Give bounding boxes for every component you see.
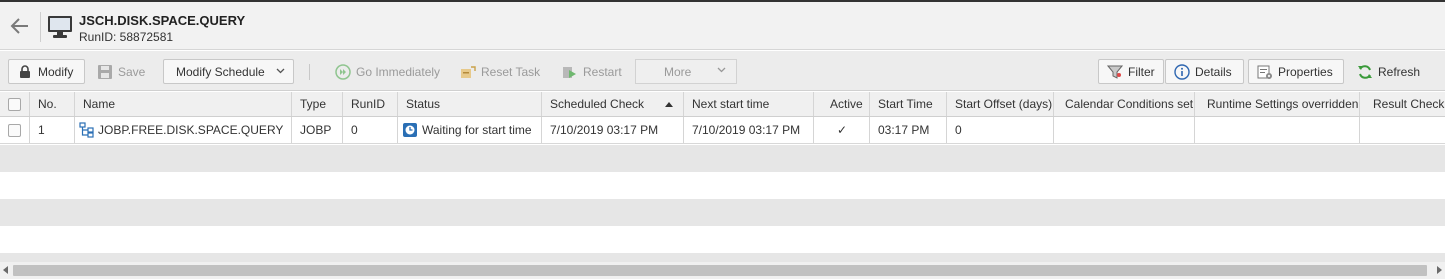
scrollbar-thumb[interactable] bbox=[13, 265, 1427, 276]
column-header-next-start-time[interactable]: Next start time bbox=[684, 92, 814, 116]
refresh-button[interactable]: Refresh bbox=[1357, 59, 1420, 84]
cell-start-offset: 0 bbox=[947, 117, 1054, 143]
tasks-table: No. Name Type RunID Status Scheduled Che… bbox=[0, 92, 1445, 144]
empty-row-stripe bbox=[0, 172, 1445, 199]
toolbar-divider bbox=[309, 64, 310, 80]
column-header-start-time[interactable]: Start Time bbox=[870, 92, 947, 116]
sort-ascending-icon bbox=[665, 101, 673, 107]
arrow-left-icon[interactable] bbox=[8, 14, 32, 38]
go-immediately-label: Go Immediately bbox=[356, 64, 441, 79]
cell-status: Waiting for start time bbox=[398, 117, 542, 143]
chevron-down-icon bbox=[276, 66, 285, 77]
cell-next-start-time: 7/10/2019 03:17 PM bbox=[684, 117, 814, 143]
chevron-down-icon bbox=[717, 65, 726, 76]
details-button[interactable]: Details bbox=[1165, 59, 1244, 84]
select-all-checkbox[interactable] bbox=[8, 97, 21, 111]
more-label: More bbox=[664, 65, 692, 79]
funnel-icon bbox=[1106, 64, 1124, 80]
clock-icon bbox=[403, 123, 417, 137]
scheduled-check-header-label: Scheduled Check bbox=[550, 97, 645, 111]
empty-row-stripe bbox=[0, 145, 1445, 172]
table-row[interactable]: 1 JOBP.FREE.DISK.SPACE.QUERY JOBP 0 Wait… bbox=[0, 117, 1445, 144]
header-divider bbox=[40, 12, 41, 42]
toolbar: Modify Save Modify Schedule Go Immediate… bbox=[0, 51, 1445, 91]
cell-name[interactable]: JOBP.FREE.DISK.SPACE.QUERY bbox=[75, 117, 292, 143]
column-header-no[interactable]: No. bbox=[30, 92, 75, 116]
refresh-icon bbox=[1357, 64, 1373, 80]
details-label: Details bbox=[1195, 64, 1232, 79]
cell-active: ✓ bbox=[814, 117, 870, 143]
save-button[interactable]: Save bbox=[97, 59, 145, 84]
column-header-calendar-conditions[interactable]: Calendar Conditions set bbox=[1054, 92, 1195, 116]
object-header: JSCH.DISK.SPACE.QUERY RunID: 58872581 bbox=[0, 2, 1445, 50]
cell-no: 1 bbox=[30, 117, 75, 143]
properties-label: Properties bbox=[1278, 64, 1333, 79]
page-title: JSCH.DISK.SPACE.QUERY bbox=[79, 13, 246, 28]
row-select-cell bbox=[0, 117, 30, 143]
empty-row-stripe bbox=[0, 226, 1445, 253]
reset-task-label: Reset Task bbox=[481, 64, 541, 79]
more-dropdown[interactable]: More bbox=[635, 59, 737, 84]
reset-task-button[interactable]: Reset Task bbox=[460, 59, 540, 84]
column-header-start-offset[interactable]: Start Offset (days) bbox=[947, 92, 1054, 116]
cell-runid: 0 bbox=[343, 117, 398, 143]
horizontal-scrollbar[interactable] bbox=[0, 262, 1445, 279]
filter-button[interactable]: Filter bbox=[1098, 59, 1164, 84]
empty-row-stripe bbox=[0, 199, 1445, 226]
column-header-status[interactable]: Status bbox=[398, 92, 542, 116]
info-icon bbox=[1174, 63, 1190, 80]
filter-label: Filter bbox=[1128, 64, 1155, 79]
column-header-runid[interactable]: RunID bbox=[343, 92, 398, 116]
floppy-disk-icon bbox=[97, 64, 113, 80]
cell-calendar-conditions bbox=[1054, 117, 1195, 143]
restart-label: Restart bbox=[583, 64, 622, 79]
column-header-name[interactable]: Name bbox=[75, 92, 292, 116]
refresh-label: Refresh bbox=[1378, 64, 1421, 79]
run-id-label: RunID: 58872581 bbox=[79, 30, 174, 44]
column-header-active[interactable]: Active bbox=[814, 92, 870, 116]
reset-icon bbox=[460, 64, 476, 80]
cell-name-text: JOBP.FREE.DISK.SPACE.QUERY bbox=[98, 123, 284, 137]
column-header-result-check[interactable]: Result Check bbox=[1360, 92, 1445, 116]
scroll-right-arrow-icon[interactable] bbox=[1437, 266, 1442, 274]
workflow-icon bbox=[79, 122, 95, 138]
empty-row-stripe bbox=[0, 253, 1445, 262]
lock-icon bbox=[17, 64, 33, 80]
table-header-row: No. Name Type RunID Status Scheduled Che… bbox=[0, 92, 1445, 117]
fast-forward-icon bbox=[335, 63, 351, 80]
monitor-icon bbox=[46, 13, 74, 41]
cell-type: JOBP bbox=[292, 117, 343, 143]
cell-status-text: Waiting for start time bbox=[422, 123, 532, 137]
go-immediately-button[interactable]: Go Immediately bbox=[335, 59, 440, 84]
cell-start-time: 03:17 PM bbox=[870, 117, 947, 143]
scroll-left-arrow-icon[interactable] bbox=[3, 266, 8, 274]
properties-button[interactable]: Properties bbox=[1248, 59, 1344, 84]
save-label: Save bbox=[118, 64, 146, 79]
cell-result-check bbox=[1360, 117, 1445, 143]
properties-icon bbox=[1257, 64, 1273, 80]
modify-schedule-label: Modify Schedule bbox=[176, 64, 265, 79]
modify-button[interactable]: Modify bbox=[8, 59, 85, 84]
cell-runtime-overridden bbox=[1195, 117, 1360, 143]
column-header-runtime-overridden[interactable]: Runtime Settings overridden bbox=[1195, 92, 1360, 116]
column-header-type[interactable]: Type bbox=[292, 92, 343, 116]
restart-icon bbox=[562, 64, 578, 80]
row-checkbox[interactable] bbox=[8, 123, 21, 137]
modify-schedule-dropdown[interactable]: Modify Schedule bbox=[163, 59, 294, 84]
select-all-cell bbox=[0, 92, 30, 116]
restart-button[interactable]: Restart bbox=[562, 59, 622, 84]
column-header-scheduled-check[interactable]: Scheduled Check bbox=[542, 92, 684, 116]
modify-label: Modify bbox=[38, 64, 74, 79]
cell-scheduled-check: 7/10/2019 03:17 PM bbox=[542, 117, 684, 143]
